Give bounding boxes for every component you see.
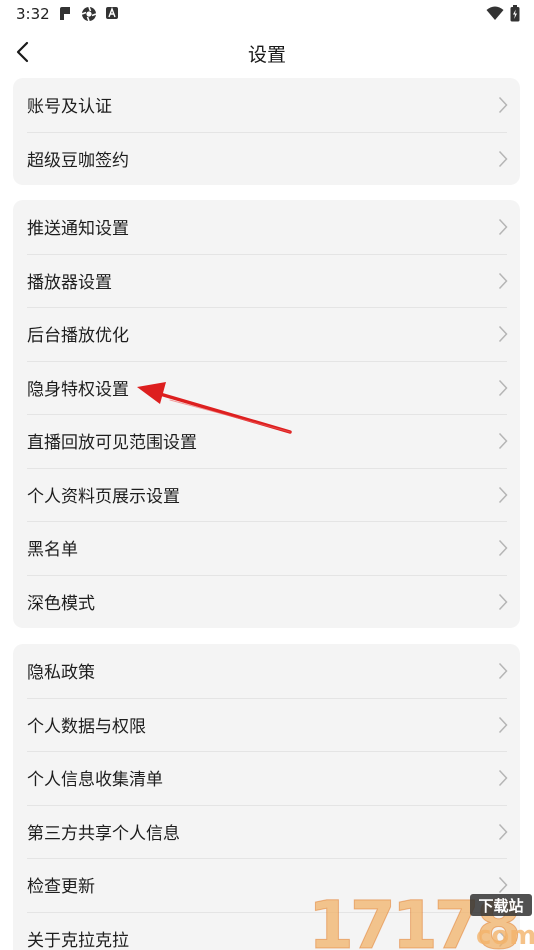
settings-item-label: 第三方共享个人信息 xyxy=(27,823,180,844)
settings-item-dark-mode[interactable]: 深色模式 xyxy=(13,574,520,629)
status-time: 3:32 xyxy=(16,5,50,23)
settings-item-label: 隐身特权设置 xyxy=(27,379,129,400)
settings-item-account-verification[interactable]: 账号及认证 xyxy=(13,78,520,132)
status-icons-left xyxy=(58,6,119,22)
settings-item-label: 隐私政策 xyxy=(27,663,95,684)
chevron-right-icon xyxy=(498,593,508,610)
settings-item-third-party-sharing[interactable]: 第三方共享个人信息 xyxy=(13,804,520,859)
settings-item-stealth-privilege[interactable]: 隐身特权设置 xyxy=(13,360,520,415)
settings-item-label: 深色模式 xyxy=(27,593,95,614)
settings-item-blacklist[interactable]: 黑名单 xyxy=(13,521,520,575)
settings-item-label: 黑名单 xyxy=(27,540,78,561)
settings-item-label: 推送通知设置 xyxy=(27,219,129,240)
top-app-bar: 设置 xyxy=(0,30,534,74)
settings-item-label: 个人数据与权限 xyxy=(27,716,146,737)
settings-item-label: 关于克拉克拉 xyxy=(27,930,129,950)
settings-item-push-notifications[interactable]: 推送通知设置 xyxy=(13,200,520,254)
chevron-right-icon xyxy=(498,218,508,236)
watermark-badge: 下载站 xyxy=(478,897,523,915)
chevron-right-icon xyxy=(498,769,508,787)
watermark-suffix: com xyxy=(476,921,534,950)
settings-item-super-douka-contract[interactable]: 超级豆咖签约 xyxy=(13,131,520,186)
settings-item-label: 后台播放优化 xyxy=(27,326,129,347)
battery-icon xyxy=(510,5,520,22)
settings-item-label: 直播回放可见范围设置 xyxy=(27,433,197,454)
settings-item-privacy-policy[interactable]: 隐私政策 xyxy=(13,644,520,698)
settings-item-info-collection-list[interactable]: 个人信息收集清单 xyxy=(13,751,520,805)
watermark-logo: 17178 下载站 com xyxy=(306,887,534,950)
status-icons-right xyxy=(486,5,520,22)
settings-item-profile-display[interactable]: 个人资料页展示设置 xyxy=(13,467,520,522)
wifi-icon xyxy=(486,6,504,20)
settings-item-player[interactable]: 播放器设置 xyxy=(13,253,520,308)
chevron-right-icon xyxy=(498,823,508,840)
settings-item-label: 个人资料页展示设置 xyxy=(27,486,180,507)
settings-item-label: 个人信息收集清单 xyxy=(27,770,163,791)
chevron-right-icon xyxy=(498,662,508,680)
chevron-right-icon xyxy=(498,486,508,503)
chevron-right-icon xyxy=(498,539,508,557)
settings-item-label: 检查更新 xyxy=(27,877,95,898)
settings-group-preferences: 推送通知设置 播放器设置 后台播放优化 隐身特权设置 直播回放可见范围设置 个人… xyxy=(13,200,520,628)
chevron-right-icon xyxy=(498,716,508,733)
settings-page: 3:32 设置 账号及认证 超级豆咖签约 推送通知设置 播放器设置 后台播放优化… xyxy=(0,0,534,950)
chevron-right-icon xyxy=(498,432,508,450)
vpn-icon xyxy=(81,6,97,22)
chevron-right-icon xyxy=(498,96,508,114)
chevron-right-icon xyxy=(498,150,508,167)
settings-item-label: 账号及认证 xyxy=(27,97,112,118)
status-bar: 3:32 xyxy=(0,0,534,30)
page-title: 设置 xyxy=(247,44,286,66)
watermark-graphic: 17178 下载站 com xyxy=(308,887,534,950)
settings-item-replay-visibility[interactable]: 直播回放可见范围设置 xyxy=(13,414,520,468)
settings-item-label: 播放器设置 xyxy=(27,272,112,293)
settings-item-background-playback[interactable]: 后台播放优化 xyxy=(13,307,520,361)
chevron-right-icon xyxy=(498,272,508,289)
chevron-right-icon xyxy=(498,325,508,343)
settings-item-data-permissions[interactable]: 个人数据与权限 xyxy=(13,697,520,752)
notification-app-icon xyxy=(60,7,71,20)
settings-item-label: 超级豆咖签约 xyxy=(27,150,129,171)
settings-group-account: 账号及认证 超级豆咖签约 xyxy=(13,78,520,185)
a-icon xyxy=(106,7,118,19)
chevron-right-icon xyxy=(498,379,508,396)
